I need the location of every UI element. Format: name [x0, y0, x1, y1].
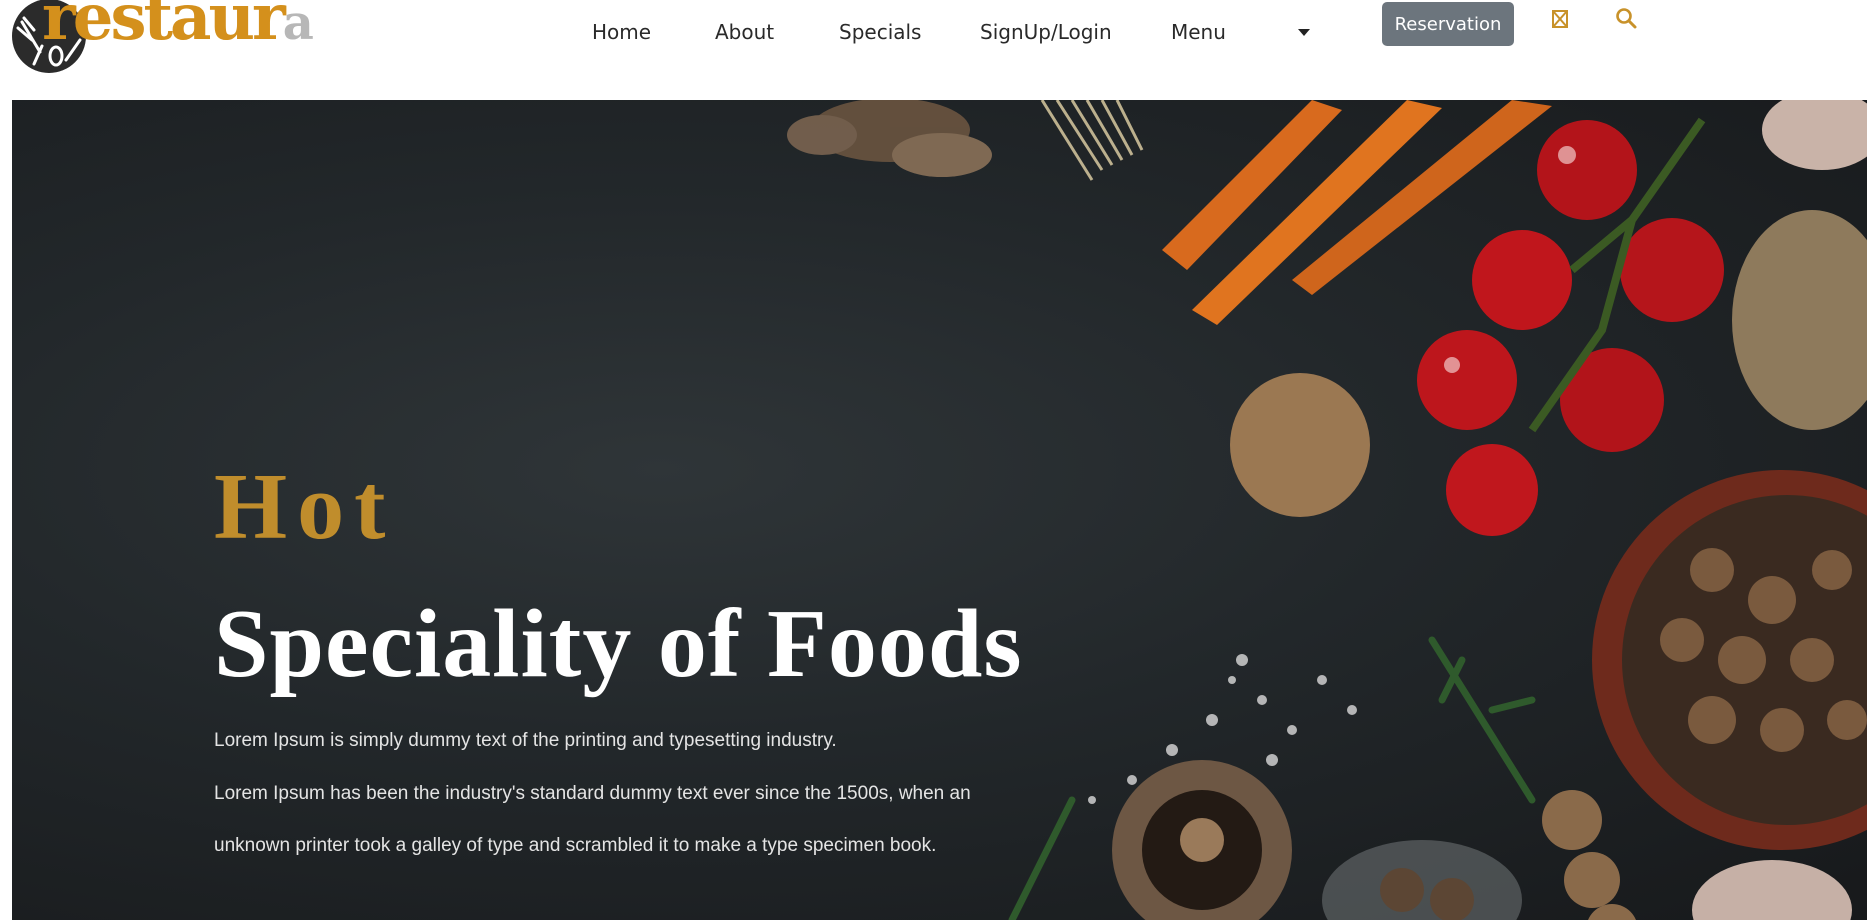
nav-signup-login-link[interactable]: SignUp/Login	[980, 20, 1112, 44]
navbar: restaura Home About Specials SignUp/Logi…	[0, 0, 1867, 100]
mushroom-bowl	[1592, 470, 1867, 850]
brand-wordmark-tail: a	[282, 0, 314, 51]
search-icon[interactable]	[1614, 6, 1640, 32]
nav-specials-link[interactable]: Specials	[839, 20, 921, 44]
brand-logo[interactable]: restaura	[12, 0, 314, 84]
brand-wordmark: restaura	[42, 0, 314, 51]
shopping-bag-icon[interactable]	[1547, 6, 1573, 32]
nav-home-link[interactable]: Home	[592, 20, 651, 44]
reservation-button[interactable]: Reservation	[1382, 2, 1514, 46]
hero-subtitle: Hot	[214, 455, 396, 559]
hero-paragraph-line: Lorem Ipsum has been the industry's stan…	[214, 783, 971, 804]
cherry-tomatoes	[1417, 117, 1724, 536]
hero-paragraph-line: unknown printer took a galley of type an…	[214, 835, 937, 856]
mushroom-cluster-top	[787, 100, 992, 177]
hero-paragraph-line: Lorem Ipsum is simply dummy text of the …	[214, 730, 837, 751]
brand-wordmark-main: restaur	[42, 0, 286, 55]
nav-about-link[interactable]: About	[715, 20, 774, 44]
hero-title: Speciality of Foods	[214, 590, 1023, 698]
nav-menu-link[interactable]: Menu	[1171, 20, 1226, 44]
caret-down-icon[interactable]	[1298, 29, 1310, 36]
hero-banner: Hot Speciality of Foods Lorem Ipsum is s…	[12, 100, 1867, 920]
